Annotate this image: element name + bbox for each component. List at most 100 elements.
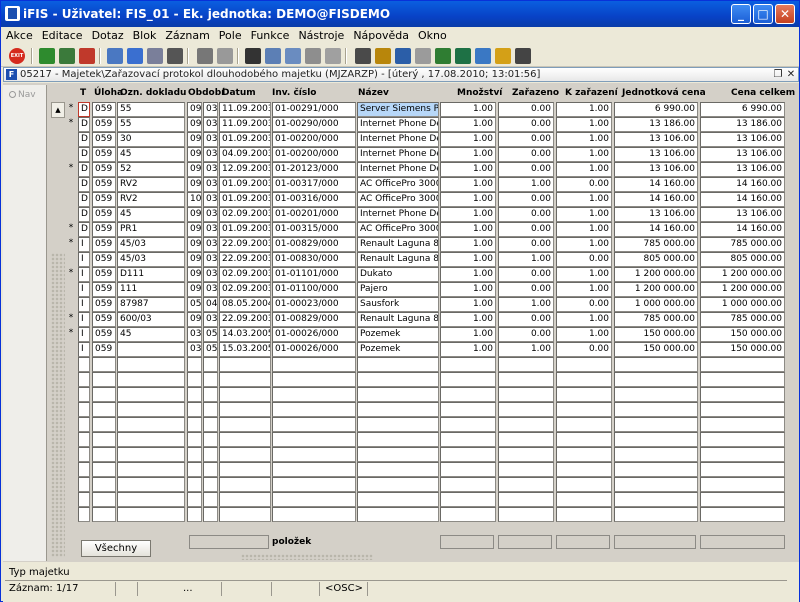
columns-icon[interactable] [325,48,341,64]
cell-kz[interactable]: 0.00 [556,342,612,357]
cell-cc[interactable]: 14 160.00 [700,222,785,237]
cell-zar[interactable]: 0.00 [498,237,554,252]
empty-row[interactable] [67,417,785,432]
cell-o1[interactable]: 09 [187,207,202,222]
cell-t[interactable]: D [78,207,90,222]
cell-o2[interactable]: 03 [203,237,218,252]
cell-zar[interactable]: 0.00 [498,282,554,297]
cell-jc[interactable] [614,417,698,432]
cell-inv[interactable]: 01-00830/000 [272,252,356,267]
cell-datum[interactable]: 14.03.2005 12 [219,327,271,342]
cell-jc[interactable] [614,357,698,372]
cell-zar[interactable] [498,477,554,492]
cell-t[interactable] [78,357,90,372]
menu-akce[interactable]: Akce [1,27,37,45]
cell-cc[interactable] [700,417,785,432]
cell-o1[interactable] [187,492,202,507]
cell-u[interactable]: 059 [92,102,116,117]
chart-icon[interactable] [355,48,371,64]
cell-mn[interactable] [440,507,496,522]
cell-mn[interactable] [440,417,496,432]
cell-cc[interactable]: 13 106.00 [700,132,785,147]
cell-zar[interactable]: 0.00 [498,117,554,132]
cell-t[interactable] [78,402,90,417]
cell-jc[interactable] [614,402,698,417]
cell-t[interactable] [78,417,90,432]
cell-o1[interactable]: 09 [187,312,202,327]
cell-ozn[interactable] [117,462,185,477]
cell-mn[interactable]: 1.00 [440,192,496,207]
cell-u[interactable] [92,417,116,432]
cell-kz[interactable]: 1.00 [556,162,612,177]
cell-mn[interactable] [440,357,496,372]
table-row[interactable]: D059RV2100301.09.2003 1301-00316/000AC O… [67,192,785,207]
cell-t[interactable]: I [78,252,90,267]
cell-inv[interactable] [272,507,356,522]
cell-o2[interactable] [203,462,218,477]
cell-datum[interactable] [219,402,271,417]
cell-nazev[interactable] [357,387,439,402]
cell-jc[interactable]: 14 160.00 [614,177,698,192]
cell-zar[interactable]: 1.00 [498,342,554,357]
cell-o1[interactable]: 09 [187,117,202,132]
cut-icon[interactable] [245,48,261,64]
cell-ozn[interactable]: 55 [117,117,185,132]
cell-o1[interactable]: 09 [187,132,202,147]
cell-o2[interactable] [203,432,218,447]
cell-datum[interactable]: 02.09.2003 00 [219,267,271,282]
cell-inv[interactable]: 01-00023/000 [272,297,356,312]
cell-o1[interactable]: 09 [187,147,202,162]
cell-o1[interactable]: 03 [187,342,202,357]
cell-jc[interactable]: 1 000 000.00 [614,297,698,312]
cell-o1[interactable] [187,462,202,477]
cell-u[interactable]: 059 [92,282,116,297]
cell-kz[interactable] [556,447,612,462]
cell-ozn[interactable] [117,342,185,357]
print-icon[interactable] [197,48,213,64]
cell-inv[interactable] [272,462,356,477]
cell-inv[interactable]: 01-00290/000 [272,117,356,132]
cell-ozn[interactable]: 55 [117,102,185,117]
empty-row[interactable] [67,387,785,402]
cell-o2[interactable] [203,507,218,522]
cell-zar[interactable]: 1.00 [498,177,554,192]
scroll-up-button[interactable]: ▲ [51,102,65,118]
cell-ozn[interactable] [117,402,185,417]
cell-cc[interactable] [700,507,785,522]
help-icon[interactable] [515,48,531,64]
cell-cc[interactable] [700,447,785,462]
table-row[interactable]: * D05952090312.09.2003 1401-20123/000Inte… [67,162,785,177]
empty-row[interactable] [67,432,785,447]
cell-o1[interactable] [187,372,202,387]
cell-cc[interactable]: 1 200 000.00 [700,267,785,282]
cell-inv[interactable] [272,447,356,462]
cell-cc[interactable]: 785 000.00 [700,312,785,327]
cell-cc[interactable]: 150 000.00 [700,342,785,357]
table-row[interactable]: I059111090302.09.2003 0001-01100/000Paje… [67,282,785,297]
cell-nazev[interactable]: Pozemek [357,327,439,342]
cell-inv[interactable]: 01-00201/000 [272,207,356,222]
cell-mn[interactable] [440,372,496,387]
cell-inv[interactable]: 01-20123/000 [272,162,356,177]
cell-inv[interactable]: 01-00316/000 [272,192,356,207]
cell-ozn[interactable]: D111 [117,267,185,282]
cell-mn[interactable]: 1.00 [440,327,496,342]
cell-mn[interactable]: 1.00 [440,252,496,267]
cell-t[interactable] [78,507,90,522]
cell-o2[interactable]: 05 [203,342,218,357]
cell-inv[interactable] [272,387,356,402]
empty-row[interactable] [67,357,785,372]
cell-nazev[interactable]: Internet Phone Device [357,207,439,222]
cell-kz[interactable]: 1.00 [556,102,612,117]
help-context-icon[interactable] [495,48,511,64]
menu-pole[interactable]: Pole [214,27,246,45]
cell-ozn[interactable]: PR1 [117,222,185,237]
cell-cc[interactable] [700,357,785,372]
cell-datum[interactable] [219,372,271,387]
cell-o2[interactable]: 03 [203,162,218,177]
table-row[interactable]: D059RV2090301.09.2003 1301-00317/000AC O… [67,177,785,192]
cell-t[interactable]: D [78,162,90,177]
cell-ozn[interactable]: 45 [117,147,185,162]
cell-o1[interactable]: 10 [187,192,202,207]
cell-u[interactable]: 059 [92,132,116,147]
